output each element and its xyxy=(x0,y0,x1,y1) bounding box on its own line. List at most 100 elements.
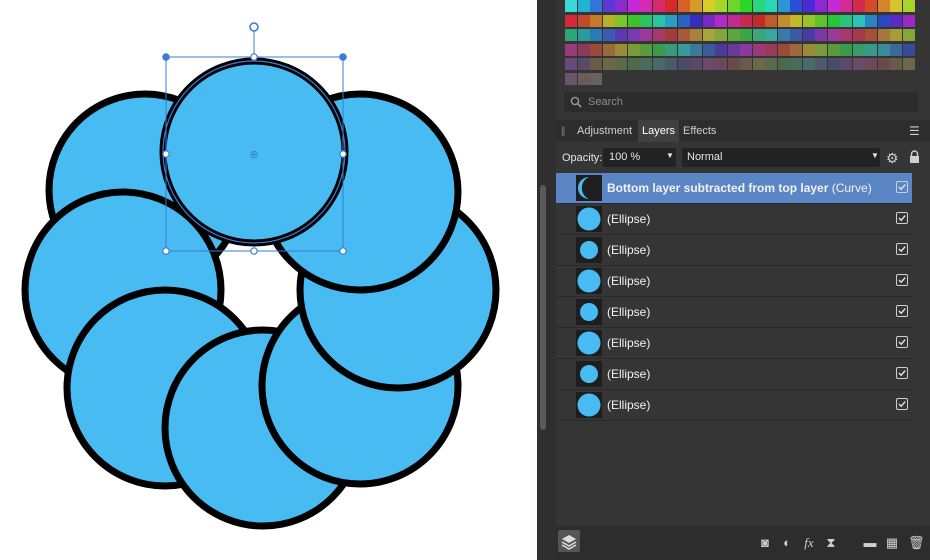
color-swatch[interactable] xyxy=(590,43,602,56)
color-swatch[interactable] xyxy=(665,29,677,42)
color-swatch[interactable] xyxy=(827,58,840,71)
pivot-icon[interactable]: ⊕ xyxy=(249,149,258,161)
color-swatch[interactable] xyxy=(590,14,602,27)
color-swatch[interactable] xyxy=(677,29,690,42)
color-swatch[interactable] xyxy=(815,14,827,27)
color-swatch[interactable] xyxy=(615,58,627,71)
color-swatch[interactable] xyxy=(740,14,752,27)
color-swatch[interactable] xyxy=(577,0,590,12)
tab-adjustment[interactable]: Adjustment xyxy=(573,120,636,142)
color-swatch[interactable] xyxy=(852,14,865,27)
color-swatch[interactable] xyxy=(702,43,715,56)
color-swatch[interactable] xyxy=(840,43,852,56)
artwork[interactable]: ⊕ xyxy=(0,0,537,560)
color-swatch[interactable] xyxy=(677,58,690,71)
layer-expander[interactable] xyxy=(556,297,576,327)
color-swatch[interactable] xyxy=(715,29,727,42)
layer-row[interactable]: (Ellipse) xyxy=(556,235,912,266)
color-swatch[interactable] xyxy=(740,43,752,56)
color-swatch[interactable] xyxy=(865,0,877,12)
color-swatch[interactable] xyxy=(640,14,652,27)
color-swatch[interactable] xyxy=(765,0,777,12)
color-swatch[interactable] xyxy=(802,43,815,56)
color-swatch[interactable] xyxy=(627,43,640,56)
color-swatch[interactable] xyxy=(702,29,715,42)
color-swatch[interactable] xyxy=(740,58,752,71)
color-swatch[interactable] xyxy=(777,0,790,12)
color-swatch[interactable] xyxy=(877,58,890,71)
resize-handle[interactable] xyxy=(339,150,347,158)
color-swatch[interactable] xyxy=(690,29,702,42)
color-swatch[interactable] xyxy=(877,29,890,42)
color-swatch[interactable] xyxy=(790,0,802,12)
lock-icon[interactable] xyxy=(909,150,920,163)
color-swatch[interactable] xyxy=(652,14,665,27)
color-swatch[interactable] xyxy=(902,43,915,56)
color-swatch[interactable] xyxy=(652,43,665,56)
layer-expander[interactable] xyxy=(556,204,576,234)
color-swatch[interactable] xyxy=(877,14,890,27)
color-swatch[interactable] xyxy=(877,43,890,56)
color-swatch[interactable] xyxy=(740,29,752,42)
color-swatch[interactable] xyxy=(865,29,877,42)
color-swatch[interactable] xyxy=(802,14,815,27)
tab-layers[interactable]: Layers xyxy=(638,120,680,142)
color-swatch[interactable] xyxy=(615,0,627,12)
color-swatch[interactable] xyxy=(690,58,702,71)
color-swatch[interactable] xyxy=(727,29,740,42)
layer-expander[interactable] xyxy=(556,266,576,296)
layers-stack-button[interactable] xyxy=(558,530,580,552)
color-swatch[interactable] xyxy=(702,14,715,27)
opacity-value[interactable]: 100 % xyxy=(609,151,640,163)
color-swatch[interactable] xyxy=(890,0,902,12)
color-swatch[interactable] xyxy=(565,14,577,27)
color-swatch[interactable] xyxy=(877,0,890,12)
color-swatch[interactable] xyxy=(902,58,915,71)
visibility-checkbox[interactable] xyxy=(896,367,908,379)
color-swatch[interactable] xyxy=(827,0,840,12)
resize-handle[interactable] xyxy=(162,247,170,255)
color-swatch[interactable] xyxy=(752,29,765,42)
color-swatch[interactable] xyxy=(590,73,602,85)
color-swatch[interactable] xyxy=(815,0,827,12)
layer-row[interactable]: (Ellipse) xyxy=(556,297,912,328)
layer-row[interactable]: (Ellipse) xyxy=(556,359,912,390)
color-swatch[interactable] xyxy=(665,43,677,56)
color-swatch[interactable] xyxy=(752,43,765,56)
color-swatch[interactable] xyxy=(715,14,727,27)
drag-grip-icon[interactable]: || xyxy=(561,126,565,137)
color-swatch[interactable] xyxy=(627,29,640,42)
color-swatch[interactable] xyxy=(777,43,790,56)
color-swatch[interactable] xyxy=(677,43,690,56)
color-swatch[interactable] xyxy=(852,0,865,12)
color-swatch[interactable] xyxy=(752,58,765,71)
layer-expander[interactable] xyxy=(556,173,576,203)
visibility-checkbox[interactable] xyxy=(896,336,908,348)
color-swatch[interactable] xyxy=(665,0,677,12)
mask-icon[interactable]: ◙ xyxy=(758,536,772,550)
swatch-search[interactable]: Search xyxy=(564,92,918,112)
visibility-checkbox[interactable] xyxy=(896,181,908,193)
color-swatch[interactable] xyxy=(802,29,815,42)
color-swatch[interactable] xyxy=(852,43,865,56)
rotate-handle[interactable] xyxy=(249,22,259,32)
chevron-down-icon[interactable]: ▼ xyxy=(871,151,879,160)
color-swatch[interactable] xyxy=(727,14,740,27)
rasterize-icon[interactable]: ▦ xyxy=(885,536,899,550)
color-swatch[interactable] xyxy=(677,0,690,12)
color-swatch[interactable] xyxy=(690,43,702,56)
layer-expander[interactable] xyxy=(556,328,576,358)
color-swatch[interactable] xyxy=(715,0,727,12)
color-swatch[interactable] xyxy=(777,29,790,42)
color-swatch[interactable] xyxy=(790,43,802,56)
color-swatch[interactable] xyxy=(865,14,877,27)
color-swatch[interactable] xyxy=(765,14,777,27)
color-swatch[interactable] xyxy=(840,29,852,42)
color-swatch[interactable] xyxy=(865,43,877,56)
panel-menu-icon[interactable]: ☰ xyxy=(909,124,920,138)
color-swatch[interactable] xyxy=(602,43,615,56)
color-swatch[interactable] xyxy=(752,14,765,27)
layer-expander[interactable] xyxy=(556,359,576,389)
visibility-checkbox[interactable] xyxy=(896,305,908,317)
resize-handle[interactable] xyxy=(250,247,258,255)
